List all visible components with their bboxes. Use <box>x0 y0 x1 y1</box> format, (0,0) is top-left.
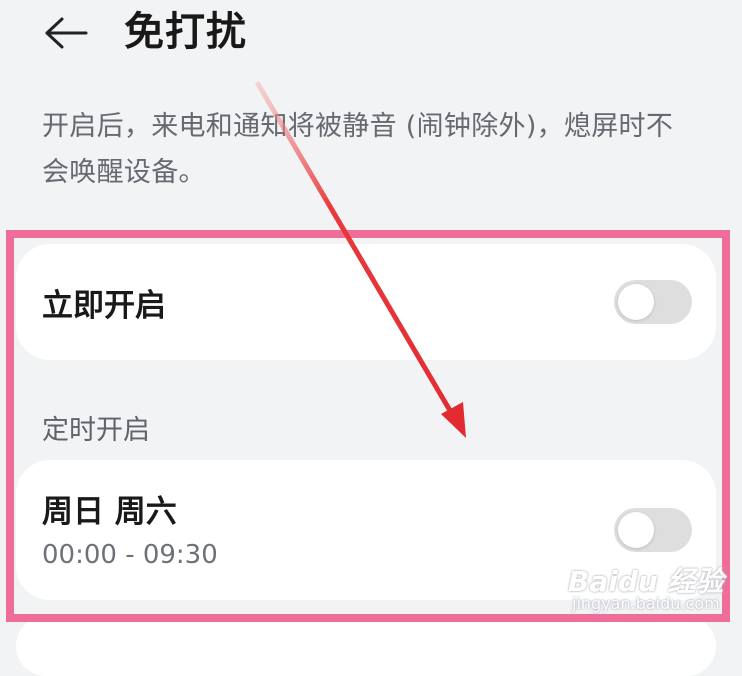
toggle-knob <box>618 284 654 320</box>
schedule-time-range: 00:00 - 09:30 <box>42 540 218 570</box>
schedule-rule-toggle[interactable] <box>614 508 692 552</box>
page-title: 免打扰 <box>124 9 247 55</box>
schedule-days-label: 周日 周六 <box>42 494 177 530</box>
scheduled-section-header: 定时开启 <box>42 415 150 446</box>
back-button[interactable] <box>40 10 92 56</box>
immediate-enable-toggle[interactable] <box>614 280 692 324</box>
next-card-partial <box>16 616 716 676</box>
schedule-rule-row[interactable]: 周日 周六 00:00 - 09:30 <box>16 460 716 600</box>
feature-description: 开启后，来电和通知将被静音 (闹钟除外)，熄屏时不会唤醒设备。 <box>42 111 674 188</box>
immediate-enable-row[interactable]: 立即开启 <box>16 244 716 360</box>
toggle-knob <box>618 512 654 548</box>
immediate-enable-label: 立即开启 <box>42 288 166 324</box>
arrow-left-icon <box>45 17 88 49</box>
top-bar: 免打扰 <box>0 0 742 74</box>
